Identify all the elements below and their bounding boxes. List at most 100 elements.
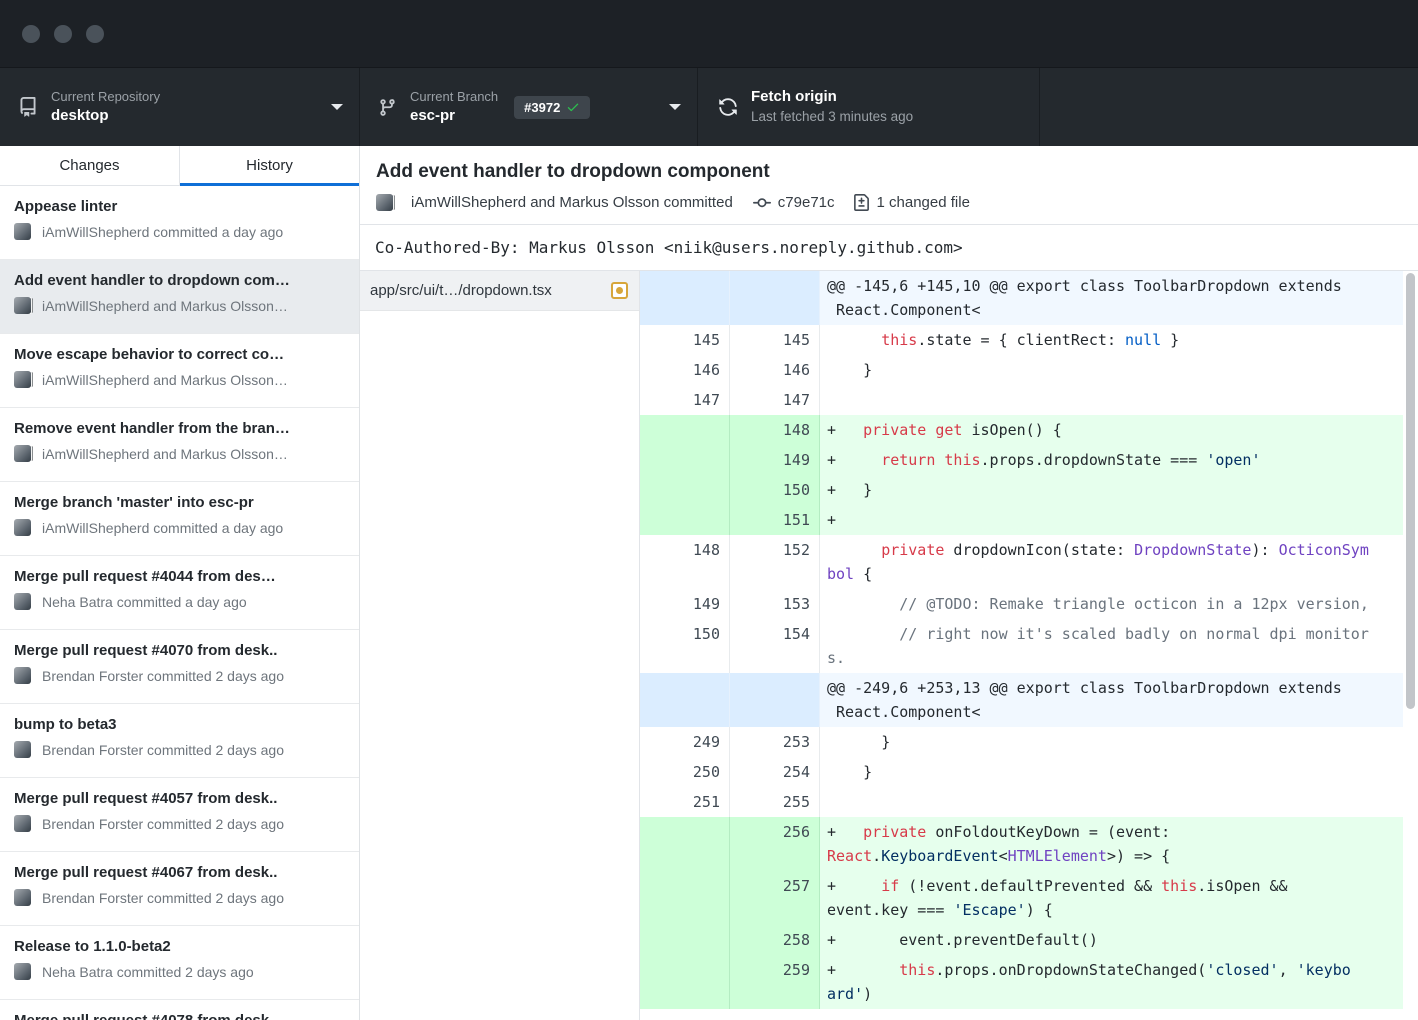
commit-list-title: Merge pull request #4078 from desk.. [14,1012,345,1020]
repository-name: desktop [51,107,160,126]
diff-scrollbar-thumb[interactable] [1406,273,1415,709]
commit-list-meta: Brendan Forster committed 2 days ago [42,668,284,684]
commit-list-item[interactable]: Merge pull request #4070 from desk..Bren… [0,630,359,704]
commit-list-item[interactable]: Merge pull request #4078 from desk.. [0,1000,359,1020]
diff-new-line-number: 257 [730,871,820,925]
branch-name: esc-pr [410,107,498,126]
commit-authors: iAmWillShepherd and Markus Olsson commit… [411,194,733,211]
diff-old-line-number [640,871,730,925]
git-branch-icon [378,98,397,117]
diff-new-line-number: 150 [730,475,820,505]
changes-history-tabbar: Changes History [0,146,359,186]
diff-code-text [820,385,1418,415]
git-commit-icon [753,194,771,212]
diff-new-line-number [730,271,820,325]
diff-code-text: // @TODO: Remake triangle octicon in a 1… [820,589,1418,619]
traffic-light-minimize[interactable] [54,25,72,43]
diff-new-line-number: 259 [730,955,820,1009]
diff-new-line-number: 152 [730,535,820,589]
diff-line-added: 150+ } [640,475,1418,505]
commit-list-meta: Brendan Forster committed 2 days ago [42,816,284,832]
diff-old-line-number: 148 [640,535,730,589]
tab-changes[interactable]: Changes [0,146,180,185]
traffic-light-close[interactable] [22,25,40,43]
diff-code-text: + } [820,475,1418,505]
diff-line-added: 148+ private get isOpen() { [640,415,1418,445]
diff-old-line-number [640,673,730,727]
chevron-down-icon [669,104,681,110]
diff-code-text: @@ -249,6 +253,13 @@ export class Toolba… [820,673,1418,727]
avatar [376,193,395,212]
commit-list-item[interactable]: bump to beta3 Brendan Forster committed 2… [0,704,359,778]
avatar [14,444,33,463]
diff-line-context: 249253 } [640,727,1418,757]
chevron-down-icon [331,104,343,110]
diff-new-line-number: 255 [730,787,820,817]
commit-list-item[interactable]: Merge branch 'master' into esc-priAmWill… [0,482,359,556]
history-sidebar: Changes History Appease linteriAmWillShe… [0,146,360,1020]
commit-list-item[interactable]: Release to 1.1.0-beta2 Neha Batra committ… [0,926,359,1000]
fetch-origin-title: Fetch origin [751,88,913,107]
diff-new-line-number: 153 [730,589,820,619]
commit-list-meta: iAmWillShepherd and Markus Olsson… [42,298,288,314]
avatar [14,518,33,537]
diff-hunk-header: @@ -145,6 +145,10 @@ export class Toolba… [640,271,1418,325]
commit-list-item[interactable]: Merge pull request #4044 from des… Neha B… [0,556,359,630]
commit-list-title: bump to beta3 [14,716,345,733]
fetch-origin-button[interactable]: Fetch origin Last fetched 3 minutes ago [698,68,1040,146]
diff-code-text: + if (!event.defaultPrevented && this.is… [820,871,1418,925]
commit-list-meta: iAmWillShepherd and Markus Olsson… [42,446,288,462]
diff-old-line-number [640,415,730,445]
file-list-item[interactable]: app/src/ui/t…/dropdown.tsx [360,271,639,311]
commit-history-list: Appease linteriAmWillShepherd committed … [0,186,359,1020]
diff-old-line-number: 146 [640,355,730,385]
commit-description: Co-Authored-By: Markus Olsson <niik@user… [360,224,1418,271]
diff-new-line-number: 253 [730,727,820,757]
commit-list-meta: Neha Batra committed a day ago [42,594,247,610]
branch-dropdown-button[interactable]: Current Branch esc-pr #3972 [360,68,698,146]
diff-code-text: + [820,505,1418,535]
changed-files-count: 1 changed file [877,194,970,211]
commit-list-item[interactable]: Appease linteriAmWillShepherd committed … [0,186,359,260]
commit-list-title: Release to 1.1.0-beta2 [14,938,345,955]
tab-history[interactable]: History [180,146,359,185]
diff-old-line-number: 249 [640,727,730,757]
avatar [14,888,33,907]
diff-code-text [820,787,1418,817]
commit-list-item[interactable]: Add event handler to dropdown com…iAmWil… [0,260,359,334]
commit-list-meta: Brendan Forster committed 2 days ago [42,742,284,758]
fetch-origin-subtitle: Last fetched 3 minutes ago [751,109,913,126]
repository-label: Current Repository [51,89,160,105]
commit-title: Add event handler to dropdown component [376,161,1402,183]
traffic-light-zoom[interactable] [86,25,104,43]
file-diff-icon [853,194,870,211]
diff-new-line-number: 145 [730,325,820,355]
diff-line-context: 147147 [640,385,1418,415]
toolbar: Current Repository desktop Current Branc… [0,68,1418,146]
diff-new-line-number: 151 [730,505,820,535]
commit-list-meta: Neha Batra committed 2 days ago [42,964,254,980]
commit-list-item[interactable]: Remove event handler from the bran…iAmWi… [0,408,359,482]
diff-code-text: + return this.props.dropdownState === 'o… [820,445,1418,475]
diff-line-context: 251255 [640,787,1418,817]
commit-list-title: Merge pull request #4044 from des… [14,568,345,585]
commit-list-item[interactable]: Move escape behavior to correct co…iAmWi… [0,334,359,408]
diff-old-line-number [640,445,730,475]
commit-list-item[interactable]: Merge pull request #4057 from desk..Bren… [0,778,359,852]
diff-new-line-number [730,673,820,727]
commit-list-item[interactable]: Merge pull request #4067 from desk..Bren… [0,852,359,926]
diff-old-line-number: 251 [640,787,730,817]
repo-icon [18,97,38,117]
diff-line-context: 146146 } [640,355,1418,385]
diff-line-added: 259+ this.props.onDropdownStateChanged('… [640,955,1418,1009]
diff-old-line-number: 150 [640,619,730,673]
diff-line-added: 149+ return this.props.dropdownState ===… [640,445,1418,475]
diff-old-line-number [640,955,730,1009]
diff-old-line-number [640,505,730,535]
diff-line-added: 151+ [640,505,1418,535]
commit-list-meta: iAmWillShepherd and Markus Olsson… [42,372,288,388]
diff-code-text: } [820,355,1418,385]
repository-dropdown-button[interactable]: Current Repository desktop [0,68,360,146]
branch-label: Current Branch [410,89,498,105]
window-titlebar [0,0,1418,68]
